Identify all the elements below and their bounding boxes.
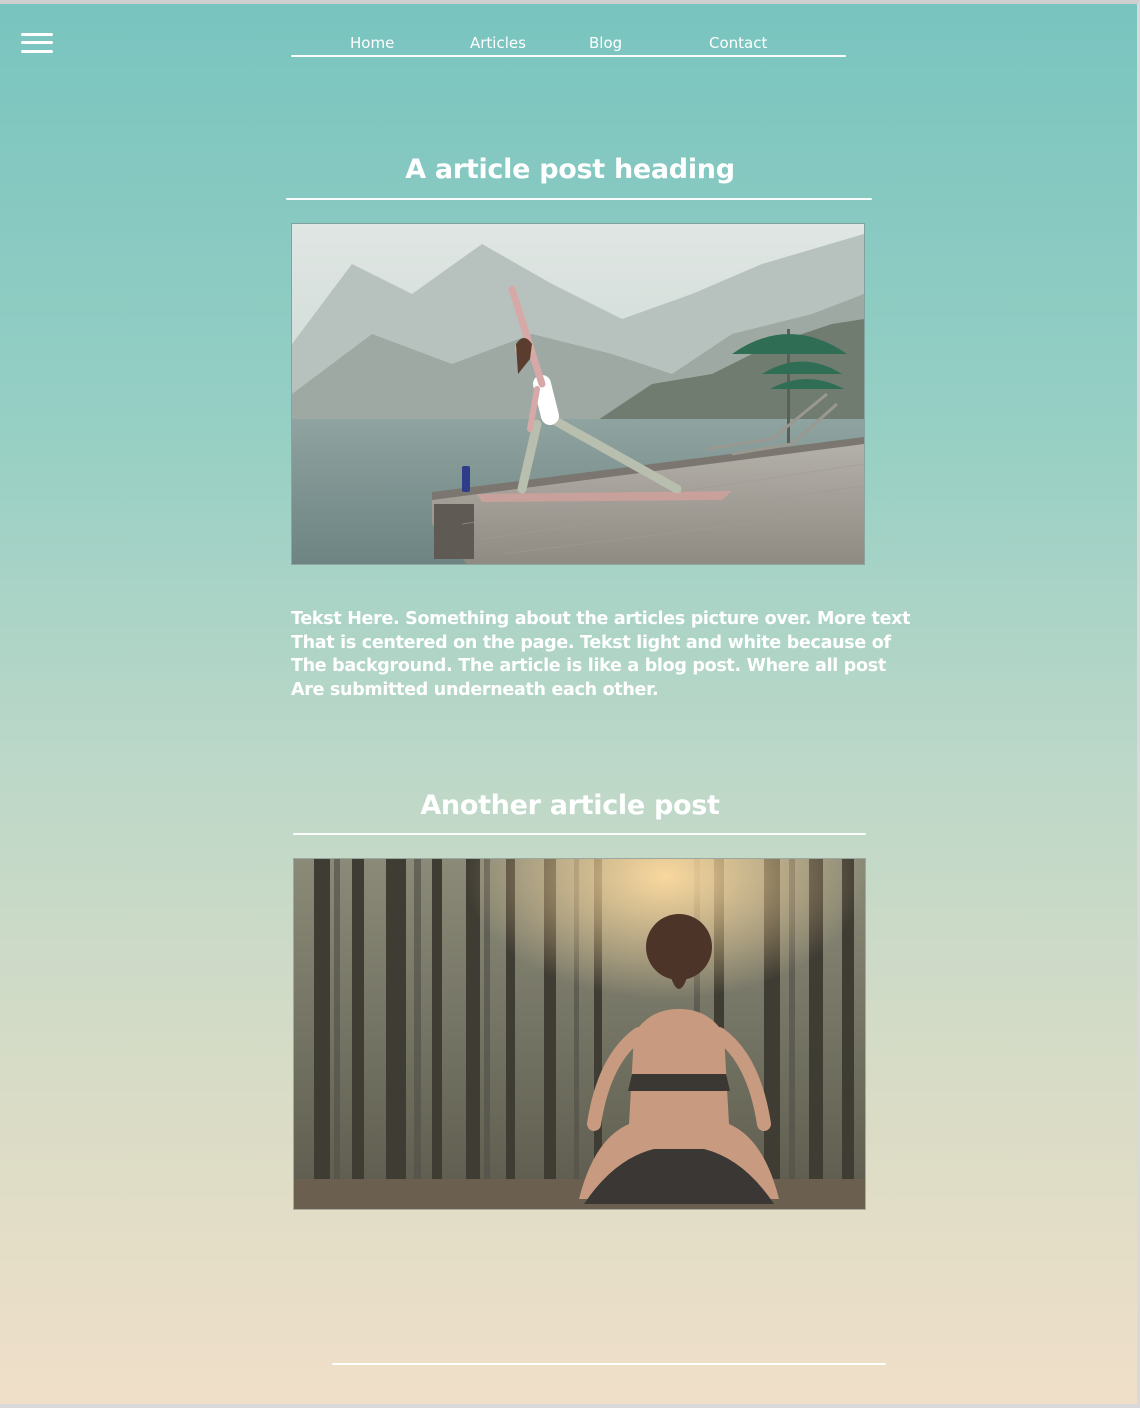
- footer-divider: [332, 1363, 886, 1365]
- meditation-forest-photo: [293, 858, 866, 1210]
- post-text-line: Are submitted underneath each other.: [291, 679, 659, 700]
- post-heading: A article post heading: [405, 154, 735, 185]
- heading-underline: [286, 198, 872, 200]
- post-text-line: The background. The article is like a bl…: [291, 656, 886, 676]
- yoga-pier-photo: [291, 223, 865, 565]
- nav-underline: [291, 55, 846, 57]
- nav-link-home[interactable]: Home: [350, 34, 394, 52]
- hamburger-menu-icon[interactable]: [21, 31, 54, 55]
- post-text-line: That is centered on the page. Tekst ligh…: [291, 632, 891, 653]
- nav-link-blog[interactable]: Blog: [589, 34, 622, 52]
- page: Home Articles Blog Contact A article pos…: [0, 0, 1140, 1408]
- nav-link-contact[interactable]: Contact: [709, 34, 767, 52]
- nav-link-articles[interactable]: Articles: [470, 34, 526, 52]
- post-text-line: Tekst Here. Something about the articles…: [291, 609, 911, 629]
- heading-underline: [293, 833, 866, 835]
- post-heading: Another article post: [420, 790, 720, 821]
- post-body-text: Tekst Here. Something about the articles…: [291, 608, 911, 702]
